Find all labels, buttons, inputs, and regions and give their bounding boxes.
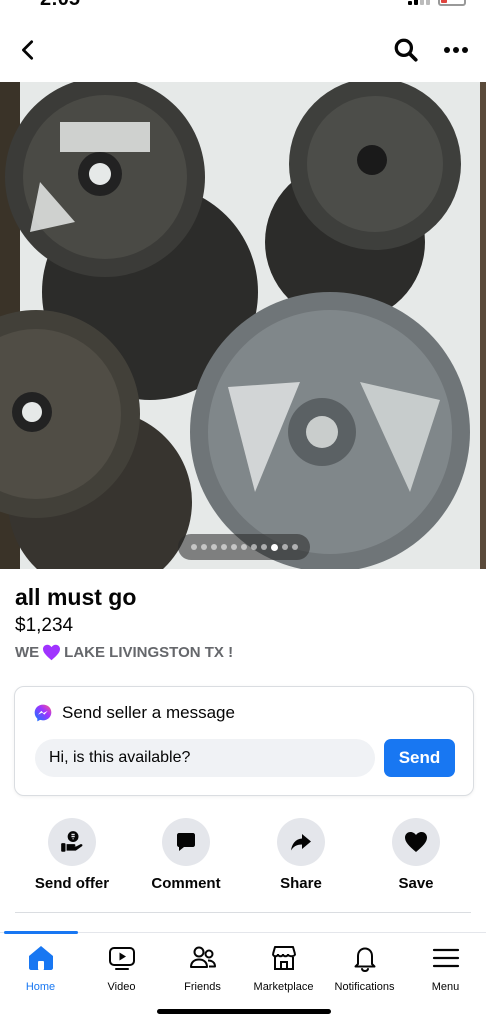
- top-nav: [0, 28, 486, 72]
- tab-marketplace[interactable]: Marketplace: [243, 943, 324, 993]
- chevron-left-icon: [22, 40, 34, 60]
- search-button[interactable]: [388, 32, 424, 68]
- status-time: 2:05: [40, 0, 80, 11]
- tab-label: Menu: [431, 981, 460, 993]
- photo-dot: [210, 544, 217, 550]
- signal-icon: [408, 0, 430, 5]
- search-icon: [394, 38, 418, 62]
- photo-dot: [281, 544, 288, 550]
- home-icon: [28, 946, 53, 970]
- share-icon: [291, 834, 311, 851]
- status-indicators: [408, 0, 466, 6]
- messenger-icon: [34, 704, 52, 722]
- action-label: Save: [398, 875, 434, 892]
- action-circle: [48, 818, 96, 866]
- back-button[interactable]: [10, 32, 46, 68]
- photo-dot: [190, 544, 197, 550]
- photo-dot: [240, 544, 247, 550]
- action-label: Share: [280, 875, 322, 892]
- bell-icon: [354, 947, 375, 973]
- listing-price: $1,234: [15, 615, 74, 636]
- tab-notifications[interactable]: Notifications: [324, 943, 405, 993]
- photo-dot: [220, 544, 227, 550]
- action-label: Send offer: [34, 875, 110, 892]
- more-options-button[interactable]: [438, 32, 474, 68]
- photo-dot: [200, 544, 207, 550]
- tab-label: Friends: [184, 981, 221, 993]
- photo-dot: [260, 544, 267, 550]
- photo-dot: [291, 544, 298, 550]
- comment-button[interactable]: Comment: [131, 818, 241, 892]
- menu-icon: [432, 948, 459, 968]
- action-circle: [392, 818, 440, 866]
- tab-home[interactable]: Home: [0, 943, 81, 993]
- purple-heart-icon: [43, 644, 61, 661]
- photo-dot-active: [270, 543, 278, 551]
- marketplace-icon: [271, 946, 296, 970]
- status-bar: 2:05: [0, 0, 486, 14]
- listing-title: all must go: [15, 584, 137, 610]
- heart-icon: [405, 832, 427, 852]
- tab-label: Video: [107, 981, 136, 993]
- tab-label: Notifications: [334, 981, 395, 993]
- location-prefix: WE: [15, 644, 40, 661]
- share-button[interactable]: Share: [246, 818, 356, 892]
- weight-plates-image: [0, 82, 486, 569]
- tab-label: Home: [25, 981, 56, 993]
- battery-icon: [438, 0, 466, 6]
- divider: [15, 912, 471, 913]
- send-button[interactable]: Send: [384, 739, 455, 777]
- photo-dot: [250, 544, 257, 550]
- tab-friends[interactable]: Friends: [162, 943, 243, 993]
- comment-icon: [177, 833, 195, 851]
- message-heading: Send seller a message: [33, 703, 235, 723]
- video-icon: [108, 947, 135, 970]
- action-circle: [277, 818, 325, 866]
- action-circle: [162, 818, 210, 866]
- friends-icon: [189, 946, 216, 968]
- save-button[interactable]: Save: [361, 818, 471, 892]
- more-horizontal-icon: [444, 47, 468, 53]
- photo-dot: [230, 544, 237, 550]
- message-heading-label: Send seller a message: [62, 703, 235, 722]
- message-input[interactable]: [35, 739, 375, 777]
- tab-label: Marketplace: [253, 981, 314, 993]
- message-seller-card: Send seller a message Send: [14, 686, 474, 796]
- location-suffix: LAKE LIVINGSTON TX !: [64, 644, 234, 661]
- tab-menu[interactable]: Menu: [405, 943, 486, 993]
- active-tab-indicator: [4, 931, 78, 934]
- photo-pagination[interactable]: [178, 534, 310, 560]
- offer-icon: [61, 831, 83, 852]
- action-label: Comment: [151, 875, 221, 892]
- listing-actions: Send offer Comment Share Save: [0, 818, 486, 898]
- listing-location: WE LAKE LIVINGSTON TX !: [15, 644, 233, 661]
- send-offer-button[interactable]: Send offer: [17, 818, 127, 892]
- listing-photo[interactable]: [0, 82, 486, 569]
- tab-video[interactable]: Video: [81, 943, 162, 993]
- home-indicator: [157, 1009, 331, 1014]
